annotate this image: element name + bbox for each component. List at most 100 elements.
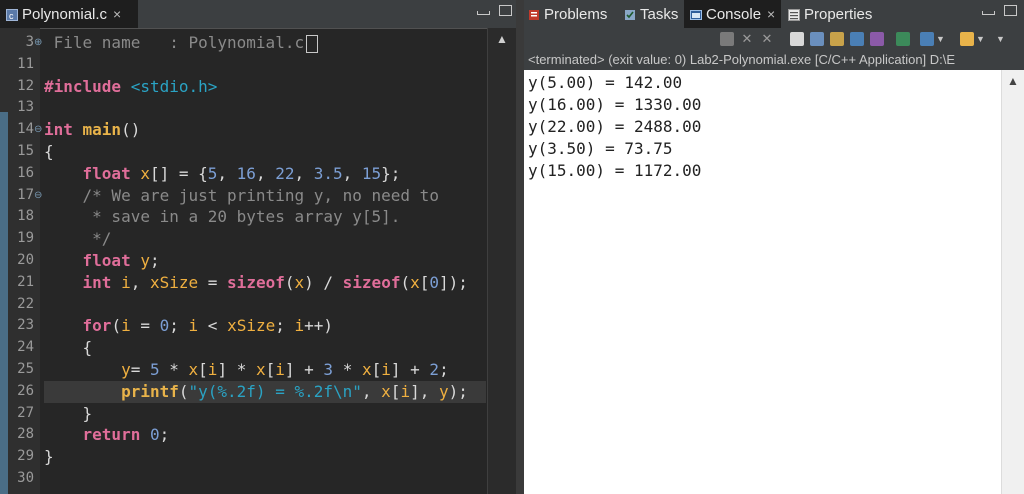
chevron-down-icon[interactable]: ▼ [976,32,990,46]
close-tab-icon[interactable]: × [767,6,775,22]
tab-properties[interactable]: Properties [788,0,872,28]
code-token: x [381,381,391,401]
code-token: i [400,381,411,401]
code-token: , [130,272,150,292]
console-icon [690,8,702,20]
maximize-icon[interactable] [1004,5,1017,16]
display-console-icon[interactable] [896,32,910,46]
fold-toggle-icon[interactable]: ⊕ [34,32,42,54]
code-line[interactable]: #include <stdio.h> [44,76,486,98]
code-token: ], [410,381,439,401]
console-scrollbar[interactable]: ▲ [1001,70,1024,494]
code-line[interactable]: /* We are just printing y, no need to [44,185,486,207]
open-console-icon[interactable] [920,32,934,46]
tab-label: Tasks [640,5,679,23]
code-token: */ [44,229,112,249]
code-token: y [140,251,150,270]
line-number: 29 [17,448,34,465]
code-token: for [82,316,112,336]
code-line[interactable]: */ [44,228,486,250]
code-token: ; [149,251,160,270]
code-token: x [255,360,266,379]
scroll-lock-icon[interactable] [790,32,804,46]
new-console-icon[interactable] [960,32,974,46]
remove-launch-icon[interactable]: ✕ [740,32,754,46]
line-number-gutter: 3 ⊕ 11 12 13 14 ⊖ 15 16 17 ⊖ 18 19 20 21 22 23 24 25 26 27 28… [0,28,42,494]
output-line: y(22.00) = 2488.00 [528,117,702,136]
tab-label: Properties [804,5,873,23]
code-line[interactable]: y= 5 * x[i] * x[i] + 3 * x[i] + 2; [44,359,486,381]
tab-console[interactable]: Console × [684,0,782,28]
code-line[interactable] [44,468,486,490]
code-token: <stdio.h> [130,76,218,96]
code-line[interactable]: int main() [44,119,486,141]
tab-problems[interactable]: Problems [528,0,607,28]
code-token: 22 [275,163,295,183]
minimize-icon[interactable] [982,11,995,15]
fold-toggle-icon[interactable]: ⊖ [34,119,42,141]
code-line[interactable] [44,294,486,316]
line-number: 26 [17,382,34,399]
code-token: ]); [439,272,468,292]
scroll-up-icon[interactable]: ▲ [1002,74,1024,88]
remove-all-icon[interactable]: ✕ [760,32,774,46]
code-token: , [361,381,382,401]
fold-toggle-icon[interactable]: ⊖ [34,185,42,207]
word-wrap-icon[interactable] [830,32,844,46]
line-number: 14 [17,121,34,138]
c-file-icon: c [6,8,18,21]
code-token: xSize [227,316,276,336]
code-line[interactable] [44,54,486,76]
terminate-icon[interactable] [720,32,734,46]
code-token: = [130,360,150,379]
clear-console-icon[interactable] [870,32,884,46]
editor-scrollbar[interactable]: ▲ [487,28,516,494]
current-code-line[interactable]: printf("y(%.2f) = %.2f\n", x[i], y); [44,380,486,403]
code-line[interactable]: } [44,403,486,425]
code-token: ] + [284,360,324,379]
chevron-down-icon[interactable]: ▼ [936,32,950,46]
code-token: i [207,360,218,379]
line-number: 23 [17,317,34,334]
code-token: ; [159,425,170,445]
code-area[interactable]: File name : Polynomial.c #include <stdio.… [44,28,486,494]
console-output[interactable]: y(5.00) = 142.00 y(16.00) = 1330.00 y(22… [524,70,1002,494]
code-line[interactable]: * save in a 20 bytes array y[5]. [44,206,486,228]
tab-tasks[interactable]: Tasks [624,0,678,28]
view-menu-icon[interactable]: ▼ [996,32,1010,46]
maximize-icon[interactable] [499,5,512,16]
console-toolbar: ✕ ✕ ▼ ▼ ▼ [524,28,1024,50]
properties-icon [788,8,800,21]
code-line[interactable] [44,97,486,119]
line-number: 21 [17,273,34,290]
tab-polynomial-c[interactable]: c Polynomial.c × [0,0,138,28]
code-token: [ [198,360,208,379]
code-line[interactable]: for(i = 0; i < xSize; i++) [44,315,486,337]
code-token: * [159,360,189,379]
show-stdout-icon[interactable] [810,32,824,46]
code-line[interactable]: } [44,446,486,468]
output-line: y(5.00) = 142.00 [528,73,683,92]
code-line[interactable]: { [44,141,486,163]
code-token: < [198,316,228,336]
pin-console-icon[interactable] [850,32,864,46]
code-token: = [198,272,228,292]
pane-divider[interactable] [516,0,524,494]
code-line[interactable]: float x[] = {5, 16, 22, 3.5, 15}; [44,163,486,185]
tab-label: Polynomial.c [22,5,108,23]
scroll-up-icon[interactable]: ▲ [488,32,516,46]
code-line[interactable]: return 0; [44,424,486,446]
minimize-icon[interactable] [477,11,490,15]
code-line[interactable]: int i, xSize = sizeof(x) / sizeof(x[0]); [44,272,486,294]
code-line[interactable]: { [44,337,486,359]
code-token: [ [390,381,401,401]
code-token: i [121,316,131,336]
close-tab-icon[interactable]: × [113,6,121,22]
code-token: [] = { [149,163,208,183]
code-line[interactable]: float y; [44,250,486,272]
svg-text:c: c [9,11,14,21]
line-number: 25 [17,361,34,377]
code-line[interactable]: File name : Polynomial.c [44,32,486,54]
